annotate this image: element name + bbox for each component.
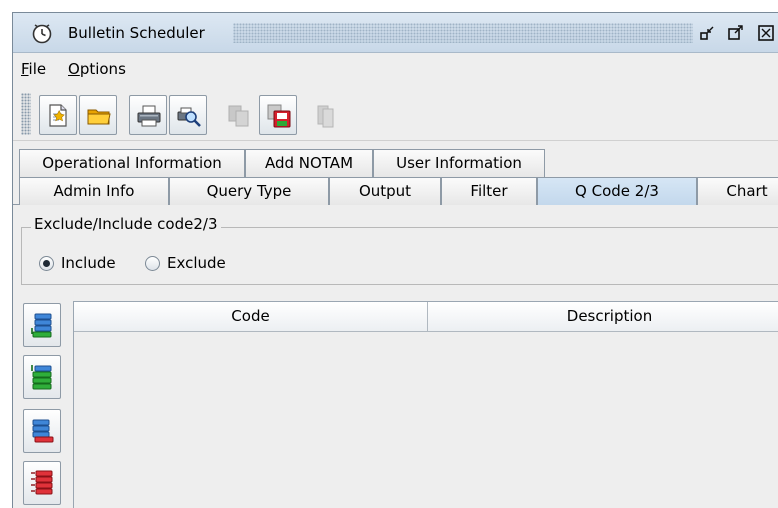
maximize-icon	[728, 25, 743, 40]
remove-item-button[interactable]	[23, 409, 61, 453]
column-header-code[interactable]: Code	[74, 302, 428, 332]
column-header-description[interactable]: Description	[428, 302, 778, 332]
printer-icon	[137, 105, 161, 127]
copy-button[interactable]	[219, 95, 257, 135]
tab-operational-information[interactable]: Operational Information	[19, 149, 245, 177]
print-button[interactable]	[129, 95, 167, 135]
menu-bar: File Options	[13, 55, 778, 83]
include-label: Include	[61, 254, 116, 272]
clock-icon	[31, 22, 53, 44]
toolbar-grip[interactable]	[21, 93, 31, 135]
paste-icon	[317, 105, 334, 128]
folder-icon	[87, 109, 111, 125]
copy-icon	[228, 105, 249, 127]
save-icon	[267, 104, 291, 128]
code-table[interactable]: Code Description	[73, 301, 778, 508]
toolbar	[13, 85, 778, 141]
tab-q-code-2-3[interactable]: Q Code 2/3	[537, 177, 697, 205]
q-code-panel: Exclude/Include code2/3 Include Exclude	[13, 206, 778, 508]
add-all-items-icon	[31, 365, 52, 390]
add-item-button[interactable]	[23, 303, 61, 347]
window-title: Bulletin Scheduler	[68, 24, 205, 42]
minimize-button[interactable]	[699, 24, 717, 42]
tab-filter[interactable]: Filter	[441, 177, 537, 205]
exclude-label: Exclude	[167, 254, 226, 272]
tab-add-notam[interactable]: Add NOTAM	[245, 149, 373, 177]
tab-user-information[interactable]: User Information	[373, 149, 545, 177]
add-all-button[interactable]	[23, 355, 61, 399]
tab-output[interactable]: Output	[329, 177, 441, 205]
close-button[interactable]	[757, 24, 775, 42]
remove-all-items-icon	[31, 470, 53, 495]
menu-file[interactable]: File	[21, 60, 46, 78]
open-folder-button[interactable]	[79, 95, 117, 135]
group-legend: Exclude/Include code2/3	[31, 215, 221, 233]
radio-selected-icon	[39, 256, 54, 271]
tab-query-type[interactable]: Query Type	[169, 177, 329, 205]
list-action-buttons	[21, 303, 79, 508]
paste-button[interactable]	[307, 95, 345, 135]
tab-row-top: Operational Information Add NOTAM User I…	[13, 149, 778, 177]
minimize-icon	[700, 26, 714, 40]
radio-unselected-icon	[145, 256, 160, 271]
new-document-button[interactable]	[39, 95, 77, 135]
exclude-include-group	[21, 227, 778, 285]
remove-all-button[interactable]	[23, 461, 61, 505]
new-document-icon	[49, 104, 67, 127]
maximize-button[interactable]	[727, 24, 745, 42]
add-list-item-icon	[31, 313, 52, 338]
remove-list-item-icon	[32, 419, 54, 443]
print-preview-button[interactable]	[169, 95, 207, 135]
tab-admin-info[interactable]: Admin Info	[19, 177, 169, 205]
save-button[interactable]	[259, 95, 297, 135]
title-bar-texture	[233, 23, 693, 43]
tab-row-bottom: Admin Info Query Type Output Filter Q Co…	[13, 177, 778, 205]
print-preview-icon	[177, 107, 201, 127]
close-icon	[758, 25, 774, 41]
menu-options[interactable]: Options	[68, 60, 126, 78]
tab-chart[interactable]: Chart	[697, 177, 778, 205]
title-bar[interactable]: Bulletin Scheduler	[13, 13, 778, 53]
bulletin-scheduler-window: Bulletin Scheduler File Options Operatio…	[12, 12, 778, 508]
